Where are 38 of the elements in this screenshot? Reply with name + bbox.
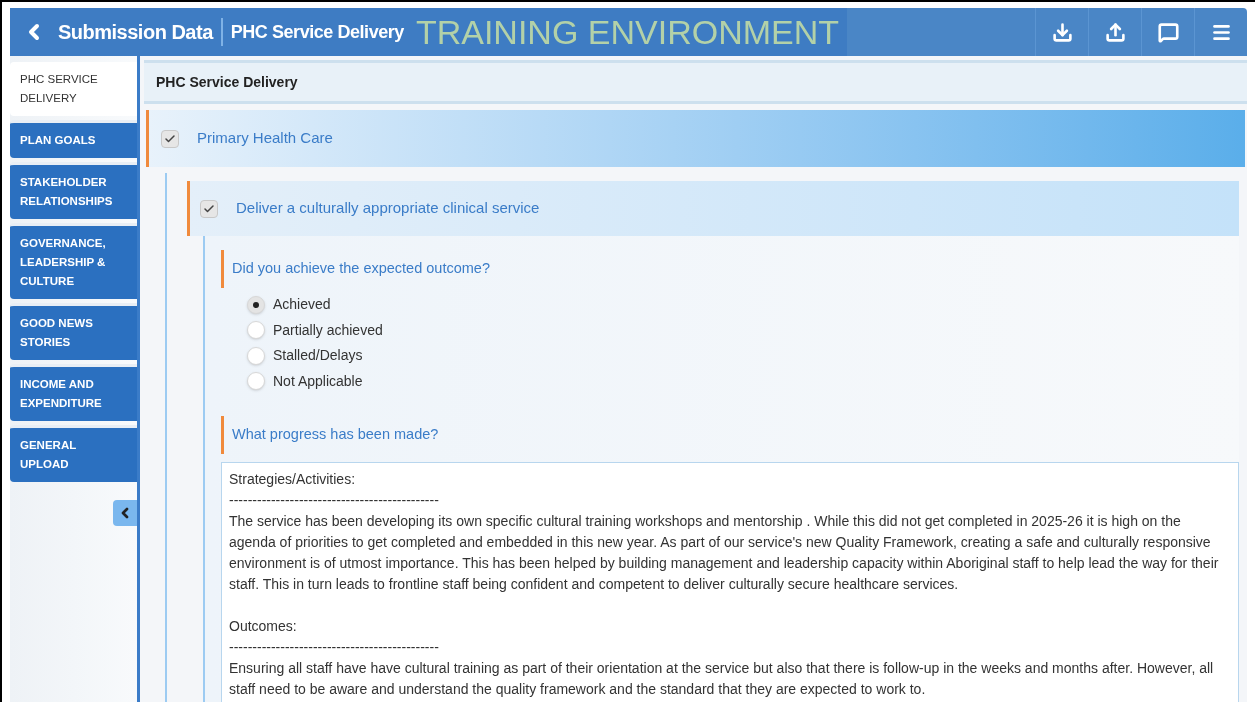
sidebar-item[interactable]: GOVERNANCE, LEADERSHIP & CULTURE bbox=[10, 223, 137, 299]
progress-text-area[interactable] bbox=[221, 462, 1239, 702]
radio-button[interactable] bbox=[247, 321, 265, 340]
environment-label: TRAINING ENVIRONMENT bbox=[415, 15, 839, 49]
page-subtitle: PHC Service Delivery bbox=[230, 20, 404, 44]
collapse-button[interactable] bbox=[113, 500, 137, 526]
sidebar-item[interactable]: STAKEHOLDER RELATIONSHIPS bbox=[10, 162, 137, 219]
sidebar-item[interactable]: PHC SERVICE DELIVERY bbox=[10, 62, 137, 116]
radio-option[interactable]: Not Applicable bbox=[247, 368, 1239, 394]
radio-button[interactable] bbox=[247, 346, 265, 365]
check-icon bbox=[164, 132, 176, 145]
sidebar-item[interactable]: GOOD NEWS STORIES bbox=[10, 303, 137, 360]
sidebar-item[interactable]: PLAN GOALS bbox=[10, 120, 137, 158]
upload-icon bbox=[1104, 21, 1126, 43]
check-icon bbox=[203, 202, 215, 215]
radio-option[interactable]: Achieved bbox=[247, 292, 1239, 318]
text-line: --------------------------------------------- bbox=[229, 638, 440, 657]
radio-button[interactable] bbox=[247, 372, 265, 391]
text-line: Ensuring all staff have have cultural training as part of their orientation at the service but also that there is follow-up in the weeks and months after. However, all staff need to be aware and understand the quality framework and the standard that they are expected to work to. bbox=[229, 659, 1215, 699]
text-line: --------------------------------------------- bbox=[229, 491, 440, 510]
text-line: Strategies/Activities: bbox=[229, 470, 357, 489]
sidebar-item[interactable]: INCOME AND EXPENDITURE bbox=[10, 364, 137, 421]
text-line: The service has been developing its own specific cultural training workshops and mentorship . While this did not get completed in 2025-26 it is high on the agenda of priorities to get completed and embedded in this new year. As part of our service's new Quality Framework, creating a safe and culturally responsive environment is of utmost importance. This has been helped by building management and leadership capacity within Aboriginal staff to help lead the way for their staff. This in turn leads to frontline staff being confident and competent to deliver culturally secure healthcare services. bbox=[229, 512, 1220, 594]
outcome-label: Primary Health Care bbox=[197, 128, 333, 149]
radio-option[interactable]: Stalled/Delays bbox=[247, 343, 1239, 369]
page-title: Submission Data bbox=[58, 20, 213, 45]
section-title: PHC Service Delivery bbox=[156, 72, 298, 92]
sidebar-item[interactable]: GENERAL UPLOAD bbox=[10, 425, 137, 482]
radio-button[interactable] bbox=[247, 295, 265, 314]
radio-option[interactable]: Partially achieved bbox=[247, 317, 1239, 343]
text-line: Outcomes: bbox=[229, 617, 298, 636]
goal-label: Deliver a culturally appropriate clinical service bbox=[236, 198, 540, 219]
chat-icon bbox=[1157, 21, 1179, 43]
checkbox[interactable] bbox=[200, 199, 218, 218]
question-label: Did you achieve the expected outcome? bbox=[232, 259, 490, 279]
download-icon bbox=[1051, 21, 1073, 43]
checkbox[interactable] bbox=[161, 129, 179, 148]
question-label: What progress has been made? bbox=[232, 425, 439, 445]
